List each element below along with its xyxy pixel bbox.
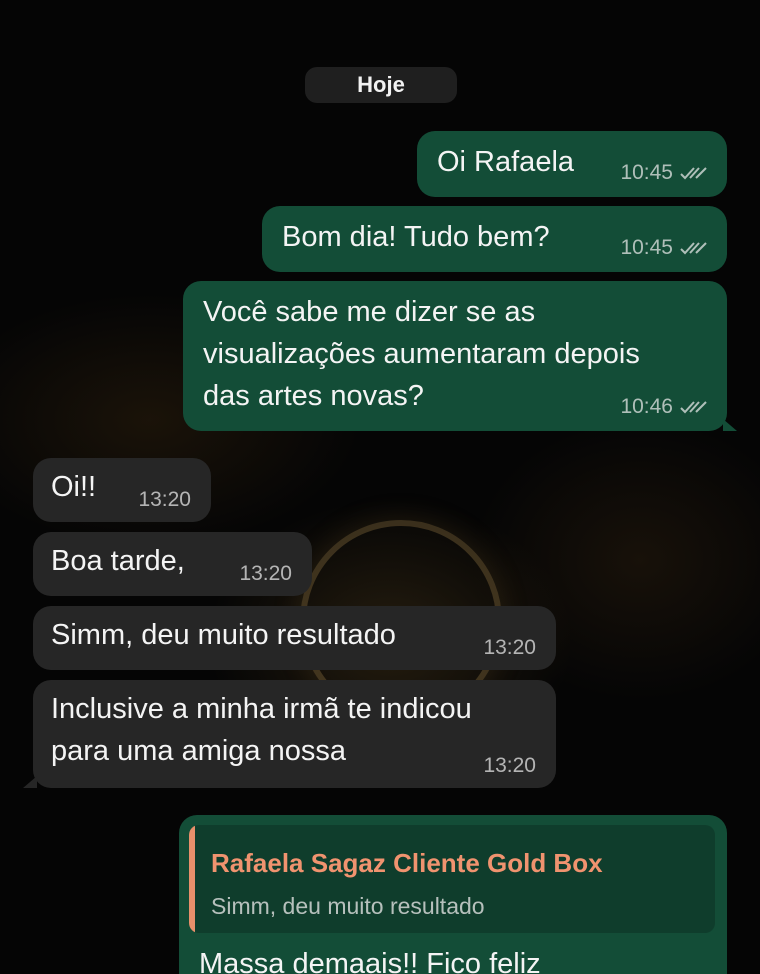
message-meta: 13:20 xyxy=(239,562,292,586)
message-meta: 13:20 xyxy=(483,636,536,660)
message-line: das artes novas? xyxy=(203,380,424,412)
message-bubble-incoming[interactable]: Oi!! 13:20 xyxy=(33,458,211,522)
message-time: 10:46 xyxy=(620,395,673,418)
message-time: 13:20 xyxy=(239,562,292,585)
message-line: visualizações aumentaram depois xyxy=(203,338,640,370)
message-time: 13:20 xyxy=(483,754,536,777)
message-meta: 13:20 xyxy=(138,488,191,512)
chat-screen: Hoje Oi Rafaela 10:45 Bom dia! Tudo bem?… xyxy=(0,0,760,974)
message-meta: 10:46 xyxy=(620,395,709,419)
message-bubble-outgoing[interactable]: Você sabe me dizer se as visualizações a… xyxy=(183,281,737,431)
bubble-tail xyxy=(23,776,37,788)
message-bubble-outgoing[interactable]: Bom dia! Tudo bem? 10:45 xyxy=(262,206,727,272)
message-meta: 13:20 xyxy=(483,754,536,778)
message-text: Simm, deu muito resultado xyxy=(51,619,396,651)
message-bubble-outgoing[interactable]: Oi Rafaela 10:45 xyxy=(417,131,727,197)
double-check-icon xyxy=(680,242,707,255)
message-time: 10:45 xyxy=(620,161,673,184)
quoted-message[interactable]: Rafaela Sagaz Cliente Gold Box Simm, deu… xyxy=(189,825,715,933)
quote-accent-bar xyxy=(189,825,195,933)
message-line: Inclusive a minha irmã te indicou xyxy=(51,693,472,725)
message-text: Oi!! xyxy=(51,471,97,503)
message-time: 10:45 xyxy=(620,236,673,259)
message-text: Bom dia! Tudo bem? xyxy=(282,221,550,253)
date-separator: Hoje xyxy=(305,67,457,103)
message-text: Boa tarde, xyxy=(51,545,185,577)
message-meta: 10:45 xyxy=(620,236,709,260)
message-meta: 10:45 xyxy=(620,161,709,185)
bubble-tail xyxy=(723,419,737,431)
double-check-icon xyxy=(680,167,707,180)
message-time: 13:20 xyxy=(138,488,191,511)
message-bubble-incoming[interactable]: Inclusive a minha irmã te indicou para u… xyxy=(23,680,556,788)
double-check-icon xyxy=(680,401,707,414)
message-text: Massa demaais!! Fico feliz xyxy=(199,948,541,974)
message-text: Você sabe me dizer se as visualizações a… xyxy=(203,291,640,417)
quoted-text: Simm, deu muito resultado xyxy=(211,893,485,919)
message-bubble-incoming[interactable]: Simm, deu muito resultado 13:20 xyxy=(33,606,556,670)
message-bubble-incoming[interactable]: Boa tarde, 13:20 xyxy=(33,532,312,596)
message-line: Você sabe me dizer se as xyxy=(203,296,536,328)
message-time: 13:20 xyxy=(483,636,536,659)
message-text: Oi Rafaela xyxy=(437,146,575,178)
message-text: Inclusive a minha irmã te indicou para u… xyxy=(51,688,472,772)
message-line: para uma amiga nossa xyxy=(51,735,346,767)
quoted-author: Rafaela Sagaz Cliente Gold Box xyxy=(211,848,603,878)
message-bubble-outgoing-reply[interactable]: Rafaela Sagaz Cliente Gold Box Simm, deu… xyxy=(179,815,727,974)
